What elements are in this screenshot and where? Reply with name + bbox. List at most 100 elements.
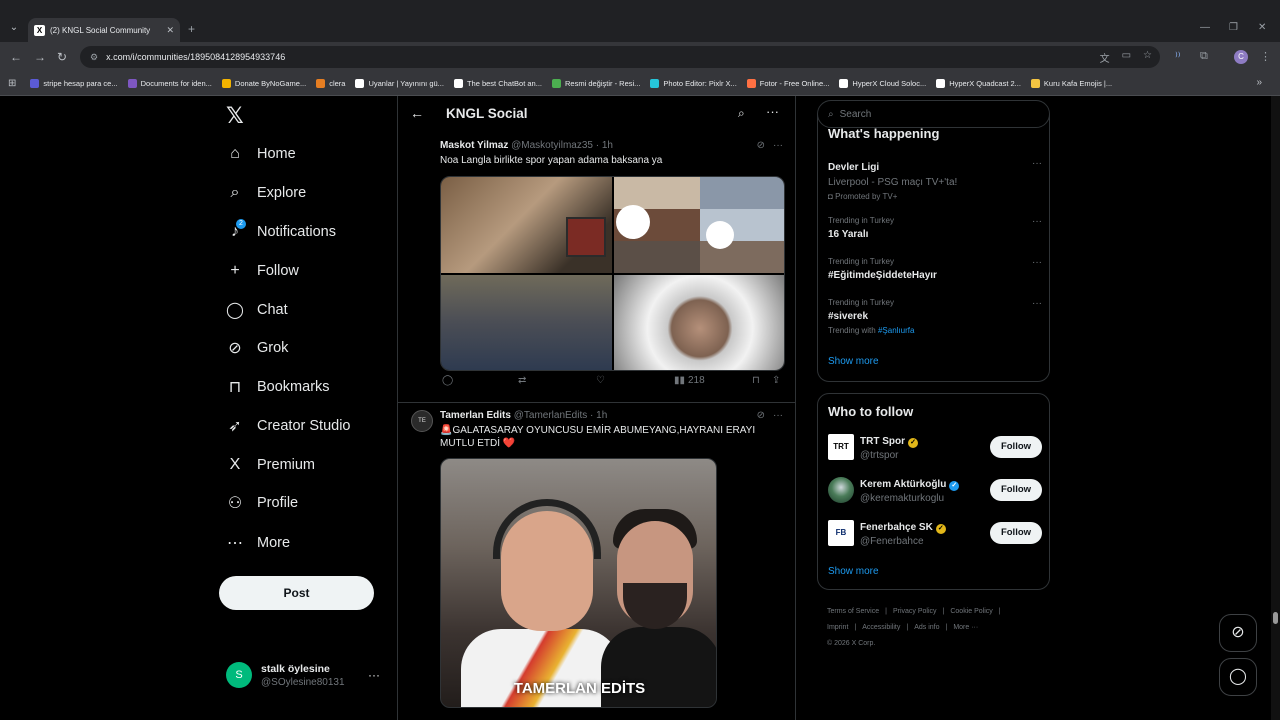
page-scrollbar[interactable] [1271,96,1280,720]
tweet-author-handle[interactable]: @Maskotyilmaz35 [511,140,593,151]
footer-link[interactable]: Accessibility [862,624,900,631]
nav-notifications[interactable]: ♪ 2 Notifications [226,218,336,246]
tab-search-icon[interactable]: ⌄ [6,20,22,36]
follow-suggestion[interactable]: TRT TRT Spor ✓ @trtspor Follow [828,434,1042,466]
bookmark-item[interactable]: Photo Editor: Pixlr X... [650,79,737,88]
retweet-icon[interactable]: ⇄ [518,375,526,386]
nav-bookmarks[interactable]: ⊓ Bookmarks [226,373,330,401]
bookmark-item[interactable]: Kuru Kafa Emojis |... [1030,79,1112,88]
nav-follow[interactable]: + Follow [226,257,299,285]
bookmark-item[interactable]: Resmi değiştir - Resi... [551,79,640,88]
new-tab-icon[interactable]: + [188,22,195,36]
tweet-author-name[interactable]: Tamerlan Edits [440,410,511,421]
show-more-link[interactable]: Show more [828,566,879,577]
trend-item[interactable]: Devler Ligi Liverpool - PSG maçı TV+'ta!… [828,158,1042,201]
chrome-menu-icon[interactable]: ⋮ [1260,50,1271,63]
tweet-image[interactable] [441,275,612,370]
tweet-time[interactable]: · 1h [590,410,607,421]
trend-more-icon[interactable]: ··· [1032,216,1042,227]
tab-close-icon[interactable]: ✕ [166,25,174,36]
bookmark-item[interactable]: Fotor - Free Online... [746,79,829,88]
more-options-icon[interactable]: ··· [766,104,779,119]
bookmark-item[interactable]: clera [316,79,345,88]
trend-more-icon[interactable]: ··· [1032,257,1042,268]
tweet-author-name[interactable]: Maskot Yilmaz [440,140,508,151]
grok-fab-icon[interactable]: ⊘ [1219,614,1257,652]
show-more-link[interactable]: Show more [828,356,879,367]
chrome-profile-avatar[interactable]: C [1234,50,1248,64]
nav-profile[interactable]: ⚇ Profile [226,489,298,517]
tweet-time[interactable]: · 1h [596,140,613,151]
tweet-author-handle[interactable]: @TamerlanEdits [514,410,588,421]
x-logo-icon[interactable]: 𝕏 [226,104,244,129]
tweet-image[interactable] [614,177,784,273]
close-window-icon[interactable]: ✕ [1258,22,1266,33]
scrollbar-thumb[interactable] [1273,612,1278,624]
bookmark-item[interactable]: stripe hesap para ce... [30,79,118,88]
reload-icon[interactable]: ↻ [57,50,67,64]
footer-link[interactable]: Cookie Policy [950,608,992,615]
minimize-icon[interactable]: — [1200,22,1210,33]
translate-icon[interactable]: 文 [1100,50,1110,65]
maximize-icon[interactable]: ❐ [1229,22,1238,33]
tweet[interactable]: TE Tamerlan Edits @TamerlanEdits · 1h ⊘ … [398,402,795,720]
account-switcher[interactable]: S stalk öylesine @SOylesine80131 ··· [226,658,390,692]
nav-chat[interactable]: ◯ Chat [226,296,288,324]
bookmark-item[interactable]: Documents for iden... [127,79,212,88]
tweet-more-icon[interactable]: ··· [773,140,783,151]
apps-grid-icon[interactable]: ⊞ [8,78,16,89]
cast-icon[interactable]: ▭ [1122,50,1131,65]
trend-item[interactable]: Trending in Turkey #siverek Trending wit… [828,298,1042,335]
like-icon[interactable]: ♡ [596,375,605,386]
nav-grok[interactable]: ⊘ Grok [226,334,288,362]
tweet-media-grid[interactable] [440,176,785,371]
views-icon[interactable]: ▮▮ [674,375,685,386]
extension-audio-icon[interactable]: ⁾⁾ [1175,50,1180,63]
address-bar[interactable]: ⚙ x.com/i/communities/189508412895493374… [80,46,1160,68]
follow-button[interactable]: Follow [990,479,1042,501]
footer-link[interactable]: Imprint [827,624,848,631]
grok-explain-icon[interactable]: ⊘ [757,140,765,151]
trend-more-icon[interactable]: ··· [1032,158,1042,169]
tweet-image[interactable]: TAMERLAN EDİTS [440,458,717,708]
follow-button[interactable]: Follow [990,522,1042,544]
tweet-more-icon[interactable]: ··· [773,410,783,421]
follow-suggestion[interactable]: Kerem Aktürkoğlu ✓ @keremakturkoglu Follo… [828,477,1042,509]
back-arrow-icon[interactable]: ← [410,105,424,121]
share-icon[interactable]: ⇪ [772,375,780,386]
reply-icon[interactable]: ◯ [442,375,453,386]
bookmark-item[interactable]: The best ChatBot an... [453,79,542,88]
trend-item[interactable]: Trending in Turkey 16 Yaralı ··· [828,216,1042,240]
nav-explore[interactable]: ⌕ Explore [226,179,307,207]
post-button[interactable]: Post [219,576,374,610]
trend-more-icon[interactable]: ··· [1032,298,1042,309]
bookmark-item[interactable]: HyperX Quadcast 2... [936,79,1021,88]
nav-more[interactable]: ⋯ More [226,529,290,557]
grok-explain-icon[interactable]: ⊘ [757,410,765,421]
browser-tab[interactable]: X (2) KNGL Social Community ✕ [28,18,180,42]
tweet-image[interactable] [614,275,784,370]
trend-link[interactable]: #Şanlıurfa [878,326,914,335]
footer-link[interactable]: Privacy Policy [893,608,937,615]
avatar[interactable]: TE [411,410,433,432]
nav-premium[interactable]: X Premium [226,451,315,479]
forward-icon[interactable]: → [34,50,46,64]
trend-item[interactable]: Trending in Turkey #EğitimdeŞiddeteHayır… [828,257,1042,281]
search-icon[interactable]: ⌕ [738,106,745,121]
bookmarks-overflow-icon[interactable]: » [1256,77,1262,88]
follow-suggestion[interactable]: FB Fenerbahçe SK ✓ @Fenerbahce Follow [828,520,1042,552]
account-menu-icon[interactable]: ··· [368,668,380,682]
footer-link[interactable]: More ··· [953,624,978,631]
nav-home[interactable]: ⌂ Home [226,140,296,168]
search-input[interactable]: ⌕ Search [817,100,1050,128]
bookmark-item[interactable]: HyperX Cloud Soloc... [839,79,926,88]
bookmark-item[interactable]: Donate ByNoGame... [221,79,306,88]
chat-fab-icon[interactable]: ◯ [1219,658,1257,696]
bookmark-item[interactable]: Uyanlar | Yayınını gü... [355,79,444,88]
bookmark-icon[interactable]: ⊓ [752,375,760,386]
back-icon[interactable]: ← [10,50,22,64]
footer-link[interactable]: Ads info [914,624,939,631]
tweet-image[interactable] [441,177,612,273]
nav-creator-studio[interactable]: ➶ Creator Studio [226,412,350,440]
bookmark-star-icon[interactable]: ☆ [1143,50,1152,65]
